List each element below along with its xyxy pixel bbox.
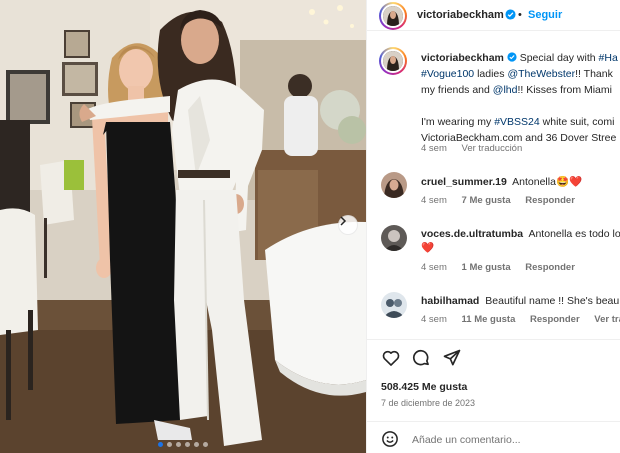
photo-illustration — [0, 0, 366, 453]
comment-body: Beautiful name !! She's beau — [485, 295, 620, 307]
comment-text: cruel_summer.19 Antonella🤩❤️ — [421, 175, 582, 188]
comment-icon[interactable] — [411, 348, 431, 368]
comment-text: habilhamad Beautiful name !! She's beau — [421, 295, 619, 307]
author-avatar[interactable] — [379, 2, 407, 30]
comment-time[interactable]: 4 sem — [421, 314, 447, 325]
comment-time[interactable]: 4 sem — [421, 195, 447, 206]
post-date: 7 de diciembre de 2023 — [381, 398, 476, 408]
post-header: victoriabeckham • Seguir — [367, 0, 620, 31]
post-caption: victoriabeckham Special day with #Ha #Vo… — [421, 50, 620, 146]
comment-body: ❤️ — [421, 242, 435, 254]
share-icon[interactable] — [442, 348, 462, 368]
translate-link[interactable]: Ver traducción — [462, 143, 523, 154]
caption-text: my friends and — [421, 84, 493, 96]
comment-text-continued: ❤️ — [421, 241, 434, 254]
comment-input[interactable]: Añade un comentario... — [412, 434, 521, 446]
comment-body: Antonella es todo lo — [528, 228, 620, 240]
post-actions: 508.425 Me gusta 7 de diciembre de 2023 — [367, 339, 620, 421]
reply-button[interactable]: Responder — [530, 314, 580, 325]
reply-button[interactable]: Responder — [525, 262, 575, 273]
caption-text: !! Thank — [575, 68, 613, 80]
mention-link[interactable]: @lhd — [493, 84, 518, 96]
chevron-right-icon — [340, 216, 347, 226]
carousel-dot — [158, 442, 163, 447]
caption-text: Special day with — [519, 52, 599, 64]
mention-link[interactable]: @TheWebster — [507, 68, 575, 80]
post-photo[interactable] — [0, 0, 366, 453]
carousel-dot — [167, 442, 172, 447]
carousel-dot — [176, 442, 181, 447]
commenter-avatar[interactable] — [381, 292, 407, 318]
comment-meta: 4 sem 11 Me gusta Responder Ver traducci — [421, 314, 620, 325]
caption-line: I'm wearing my #VBSS24 white suit, comi — [421, 114, 620, 130]
reply-button[interactable]: Responder — [525, 195, 575, 206]
translate-link[interactable]: Ver traducci — [594, 314, 620, 325]
comment-likes[interactable]: 11 Me gusta — [462, 314, 516, 325]
caption-line: #Vogue100 ladies @TheWebster!! Thank — [421, 66, 620, 82]
carousel-dot — [203, 442, 208, 447]
comment-username[interactable]: habilhamad — [421, 295, 479, 307]
commenter-avatar[interactable] — [381, 172, 407, 198]
comment-username[interactable]: voces.de.ultratumba — [421, 228, 523, 240]
heart-icon[interactable] — [381, 348, 401, 368]
caption-text: I'm wearing my — [421, 116, 495, 128]
carousel-next-button[interactable] — [338, 215, 358, 235]
author-username[interactable]: victoriabeckham — [417, 9, 504, 21]
verified-badge-icon — [505, 9, 516, 20]
carousel-dot — [185, 442, 190, 447]
follow-button[interactable]: Seguir — [528, 9, 562, 21]
caption-text: ladies — [474, 68, 508, 80]
hashtag-link[interactable]: #Vogue100 — [421, 68, 474, 80]
comment-likes[interactable]: 7 Me gusta — [462, 195, 511, 206]
comment-text: voces.de.ultratumba Antonella es todo lo — [421, 228, 620, 240]
comment-username[interactable]: cruel_summer.19 — [421, 176, 507, 188]
caption-line: my friends and @lhd!! Kisses from Miami — [421, 82, 620, 98]
comment-time[interactable]: 4 sem — [421, 262, 447, 273]
comment-body: Antonella🤩❤️ — [512, 176, 583, 188]
caption-time[interactable]: 4 sem — [421, 143, 447, 154]
header-separator: • — [518, 9, 522, 21]
comment-likes[interactable]: 1 Me gusta — [462, 262, 511, 273]
hashtag-link[interactable]: #Ha — [599, 52, 618, 64]
caption-meta: 4 sem Ver traducción — [421, 143, 534, 154]
likes-count[interactable]: 508.425 Me gusta — [381, 381, 467, 393]
hashtag-link[interactable]: #VBSS24 — [494, 116, 540, 128]
caption-author-avatar[interactable] — [379, 47, 407, 75]
comment-meta: 4 sem 1 Me gusta Responder — [421, 262, 587, 273]
verified-badge-icon — [507, 52, 517, 62]
caption-text: white suit, comi — [539, 116, 615, 128]
carousel-dot — [194, 442, 199, 447]
commenter-avatar[interactable] — [381, 225, 407, 251]
carousel-indicators — [0, 442, 366, 447]
post-details-panel: victoriabeckham • Seguir victoriabeckham… — [366, 0, 620, 453]
caption-text: !! Kisses from Miami — [517, 84, 612, 96]
comment-meta: 4 sem 7 Me gusta Responder — [421, 195, 587, 206]
add-comment-bar: Añade un comentario... — [367, 421, 620, 453]
caption-username[interactable]: victoriabeckham — [421, 52, 504, 64]
caption-line: victoriabeckham Special day with #Ha — [421, 50, 620, 66]
emoji-icon[interactable] — [381, 430, 399, 448]
